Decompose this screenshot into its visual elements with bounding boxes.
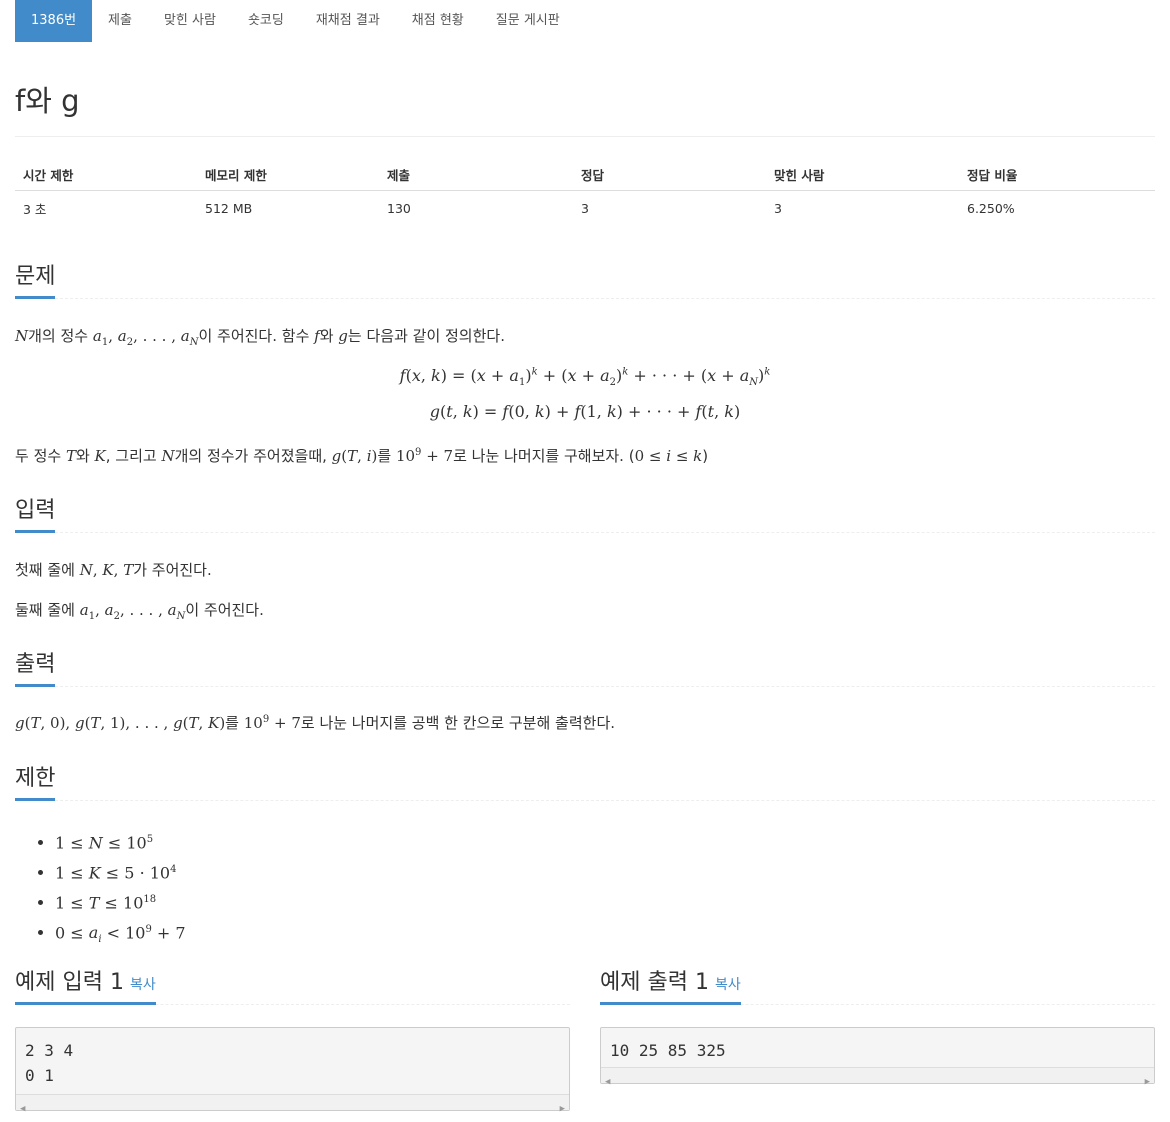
input-line-2: 둘째 줄에 a1, a2, . . . , aN이 주어진다. <box>15 601 264 622</box>
output-description: g(T, 0), g(T, 1), . . . , g(T, K)를 109 +… <box>15 714 616 732</box>
section-title-sample-input: 예제 입력 1 복사 <box>15 964 156 1005</box>
scroll-left-icon[interactable]: ◀ <box>20 1097 25 1122</box>
section-title-sample-output: 예제 출력 1 복사 <box>600 964 741 1005</box>
tab-rejudge-results[interactable]: 재채점 결과 <box>300 0 396 42</box>
section-title-limit: 제한 <box>15 760 56 801</box>
limit-list: 1 ≤ N ≤ 105 1 ≤ K ≤ 5 · 104 1 ≤ T ≤ 1018… <box>15 825 186 945</box>
section-output: 출력 <box>15 646 1155 687</box>
section-input: 입력 <box>15 492 1155 533</box>
header-time-limit: 시간 제한 <box>15 158 197 191</box>
value-solvers: 3 <box>774 200 782 216</box>
tab-question-board[interactable]: 질문 게시판 <box>480 0 576 42</box>
limit-item-a: 0 ≤ ai < 109 + 7 <box>55 915 186 945</box>
section-title-input: 입력 <box>15 492 56 533</box>
problem-info-table: 시간 제한 메모리 제한 제출 정답 맞힌 사람 정답 비율 3 초 512 M… <box>15 158 1155 225</box>
problem-statement-line: N개의 정수 a1, a2, . . . , aN이 주어진다. 함수 f와 g… <box>15 327 505 348</box>
section-title-problem: 문제 <box>15 258 56 299</box>
input-line-1: 첫째 줄에 N, K, T가 주어진다. <box>15 561 212 579</box>
copy-sample-input-button[interactable]: 복사 <box>130 977 156 993</box>
page-title: f와 g <box>15 84 80 118</box>
section-sample-output: 예제 출력 1 복사 <box>600 964 1155 1005</box>
tab-judge-status[interactable]: 채점 현황 <box>396 0 480 42</box>
section-limit: 제한 <box>15 760 1155 801</box>
value-time-limit: 3 초 <box>23 201 47 217</box>
title-divider <box>15 136 1155 137</box>
sample-input-scrollbar[interactable]: ◀ ▶ <box>16 1094 569 1114</box>
limit-item-t: 1 ≤ T ≤ 1018 <box>55 885 186 915</box>
header-memory-limit: 메모리 제한 <box>197 158 379 191</box>
section-problem: 문제 <box>15 258 1155 299</box>
header-accepted: 정답 <box>573 158 766 191</box>
sample-output-scrollbar[interactable]: ◀ ▶ <box>601 1067 1154 1087</box>
sample-input-box[interactable]: 2 3 4 0 1 ◀ ▶ <box>15 1027 570 1114</box>
formula-g: g(t, k) = f(0, k) + f(1, k) + · · · + f(… <box>429 402 741 421</box>
header-submissions: 제출 <box>379 158 573 191</box>
sample-input-text: 2 3 4 0 1 <box>25 1041 74 1085</box>
limit-item-k: 1 ≤ K ≤ 5 · 104 <box>55 855 186 885</box>
scroll-left-icon[interactable]: ◀ <box>605 1070 610 1095</box>
value-submissions: 130 <box>387 200 411 216</box>
formula-f: f(x, k) = (x + a1)k + (x + a2)k + · · · … <box>399 366 771 389</box>
sample-output-box[interactable]: 10 25 85 325 ◀ ▶ <box>600 1027 1155 1087</box>
tab-solvers[interactable]: 맞힌 사람 <box>148 0 232 42</box>
value-memory-limit: 512 MB <box>205 200 253 216</box>
section-title-output: 출력 <box>15 646 56 687</box>
value-accept-ratio: 6.250% <box>967 200 1015 216</box>
tab-submit[interactable]: 제출 <box>92 0 148 42</box>
tab-short-coding[interactable]: 숏코딩 <box>232 0 300 42</box>
limit-item-n: 1 ≤ N ≤ 105 <box>55 825 186 855</box>
sample-output-text: 10 25 85 325 <box>610 1041 726 1060</box>
scroll-right-icon[interactable]: ▶ <box>560 1097 565 1122</box>
problem-task-line: 두 정수 T와 K, 그리고 N개의 정수가 주어졌을때, g(T, i)를 1… <box>15 447 709 465</box>
tab-problem-number[interactable]: 1386번 <box>15 0 93 42</box>
header-solvers: 맞힌 사람 <box>766 158 959 191</box>
scroll-right-icon[interactable]: ▶ <box>1145 1070 1150 1095</box>
value-accepted: 3 <box>581 200 589 216</box>
problem-nav-tabs: 1386번 제출 맞힌 사람 숏코딩 재채점 결과 채점 현황 질문 게시판 <box>15 0 576 42</box>
header-accept-ratio: 정답 비율 <box>959 158 1155 191</box>
copy-sample-output-button[interactable]: 복사 <box>715 977 741 993</box>
section-sample-input: 예제 입력 1 복사 <box>15 964 570 1005</box>
